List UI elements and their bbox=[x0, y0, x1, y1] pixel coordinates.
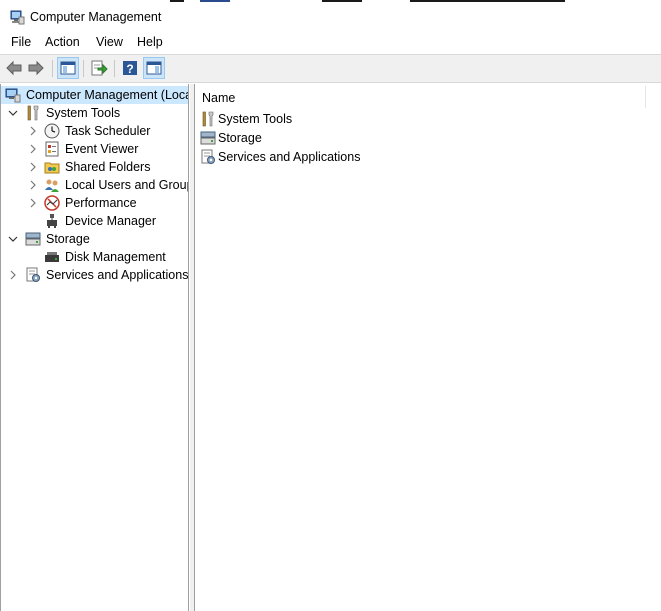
toolbar: ? bbox=[0, 54, 661, 83]
services-icon bbox=[200, 149, 216, 165]
show-hide-action-pane-button[interactable] bbox=[143, 57, 165, 79]
show-hide-console-tree-button[interactable] bbox=[57, 57, 79, 79]
chevron-down-icon[interactable] bbox=[7, 104, 19, 122]
disk-management-icon bbox=[44, 249, 60, 265]
results-pane: Name System Tools Storage Services and A… bbox=[194, 84, 661, 611]
tree-item-device-manager[interactable]: Device Manager bbox=[1, 212, 188, 230]
tree-item-storage[interactable]: Storage bbox=[1, 230, 188, 248]
tree-item-label: Services and Applications bbox=[46, 268, 189, 282]
tree-item-services-and-applications[interactable]: Services and Applications bbox=[1, 266, 189, 284]
tree-item-local-users-and-groups[interactable]: Local Users and Groups bbox=[1, 176, 189, 194]
tree-item-label: Performance bbox=[65, 196, 137, 210]
list-item-label: Services and Applications bbox=[218, 150, 361, 164]
background-fragment bbox=[200, 0, 230, 2]
column-header-name[interactable]: Name bbox=[202, 91, 235, 105]
export-list-icon bbox=[91, 60, 108, 76]
chevron-right-icon[interactable] bbox=[27, 140, 39, 158]
menu-help[interactable]: Help bbox=[137, 35, 163, 49]
tree-item-shared-folders[interactable]: Shared Folders bbox=[1, 158, 188, 176]
tree-item-label: Storage bbox=[46, 232, 90, 246]
tree-item-computer-management[interactable]: Computer Management (Local bbox=[1, 86, 189, 104]
column-header-row: Name bbox=[195, 84, 661, 110]
svg-text:?: ? bbox=[126, 62, 133, 76]
tree-item-label: System Tools bbox=[46, 106, 121, 120]
back-icon bbox=[6, 60, 22, 76]
services-icon bbox=[25, 267, 41, 283]
clock-icon bbox=[44, 123, 60, 139]
title-bar: Computer Management bbox=[0, 3, 661, 31]
performance-icon bbox=[44, 195, 60, 211]
chevron-right-icon[interactable] bbox=[27, 194, 39, 212]
help-icon: ? bbox=[123, 61, 137, 76]
tools-icon bbox=[25, 105, 41, 121]
shared-folder-icon bbox=[44, 159, 60, 175]
console-tree[interactable]: Computer Management (Local System Tools … bbox=[0, 84, 189, 611]
users-icon bbox=[44, 177, 60, 193]
storage-icon bbox=[25, 231, 41, 247]
menu-view[interactable]: View bbox=[96, 35, 123, 49]
chevron-right-icon[interactable] bbox=[7, 266, 19, 284]
tree-item-label: Disk Management bbox=[65, 250, 166, 264]
device-manager-icon bbox=[44, 213, 60, 229]
background-fragment bbox=[410, 0, 565, 2]
tree-item-performance[interactable]: Performance bbox=[1, 194, 188, 212]
tree-item-system-tools[interactable]: System Tools bbox=[1, 104, 188, 122]
forward-icon bbox=[28, 60, 44, 76]
window-title: Computer Management bbox=[30, 10, 162, 24]
tree-item-disk-management[interactable]: Disk Management bbox=[1, 248, 188, 266]
chevron-right-icon[interactable] bbox=[27, 122, 39, 140]
toolbar-separator bbox=[83, 60, 84, 77]
background-fragment bbox=[170, 0, 184, 2]
chevron-right-icon[interactable] bbox=[27, 158, 39, 176]
toolbar-separator bbox=[114, 60, 115, 77]
menu-bar: File Action View Help bbox=[0, 32, 661, 52]
tree-item-label: Local Users and Groups bbox=[65, 178, 189, 192]
storage-icon bbox=[200, 130, 216, 146]
menu-action[interactable]: Action bbox=[45, 35, 80, 49]
chevron-down-icon[interactable] bbox=[7, 230, 19, 248]
tree-item-label: Task Scheduler bbox=[65, 124, 151, 138]
export-list-button[interactable] bbox=[89, 58, 109, 78]
tree-item-label: Event Viewer bbox=[65, 142, 139, 156]
forward-button[interactable] bbox=[26, 58, 46, 78]
computer-management-icon bbox=[9, 9, 25, 25]
menu-file[interactable]: File bbox=[11, 35, 31, 49]
computer-management-icon bbox=[5, 87, 21, 103]
background-fragment bbox=[322, 0, 362, 2]
tree-item-event-viewer[interactable]: Event Viewer bbox=[1, 140, 188, 158]
list-item-label: System Tools bbox=[218, 112, 293, 126]
tree-item-label: Computer Management (Local bbox=[26, 88, 189, 102]
help-button[interactable]: ? bbox=[120, 58, 140, 78]
back-button[interactable] bbox=[4, 58, 24, 78]
tree-item-task-scheduler[interactable]: Task Scheduler bbox=[1, 122, 188, 140]
tools-icon bbox=[200, 111, 216, 127]
event-viewer-icon bbox=[44, 141, 60, 157]
show-hide-console-tree-icon bbox=[60, 61, 76, 75]
list-item-label: Storage bbox=[218, 131, 262, 145]
toolbar-separator bbox=[52, 60, 53, 77]
tree-item-label: Device Manager bbox=[65, 214, 157, 228]
show-hide-action-pane-icon bbox=[146, 61, 162, 75]
tree-item-label: Shared Folders bbox=[65, 160, 151, 174]
column-divider[interactable] bbox=[645, 86, 646, 108]
chevron-right-icon[interactable] bbox=[27, 176, 39, 194]
